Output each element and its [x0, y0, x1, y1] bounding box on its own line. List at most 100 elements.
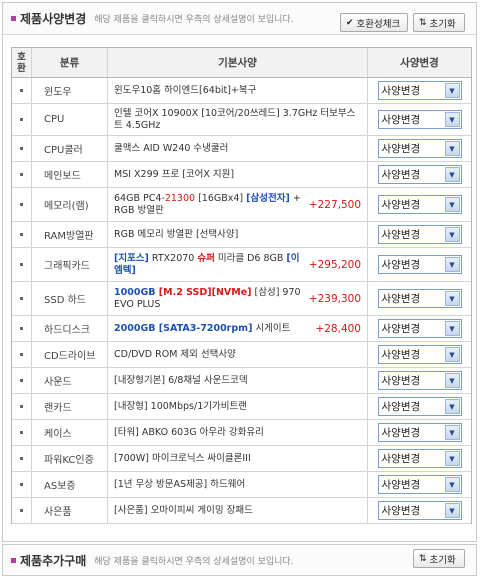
row-spec[interactable]: [내장형] 100Mbps/1기가비트랜 — [114, 401, 247, 413]
spec-change-select[interactable]: 사양변경 ▼ — [377, 475, 462, 494]
spec-change-select[interactable]: 사양변경 ▼ — [377, 195, 462, 214]
row-dot — [20, 509, 23, 512]
row-dot — [20, 379, 23, 382]
spec-change-select[interactable]: 사양변경 ▼ — [377, 81, 462, 100]
table-row[interactable]: 윈도우 윈도우10홈 하이엔드[64bit]+복구 사양변경 ▼ — [12, 78, 471, 104]
spec-change-select[interactable]: 사양변경 ▼ — [377, 501, 462, 520]
header-change: 사양변경 — [400, 57, 439, 69]
row-spec[interactable]: 2000GB [SATA3-7200rpm] 시게이트 — [114, 323, 290, 335]
spec-change-select[interactable]: 사양변경 ▼ — [377, 165, 462, 184]
row-spec[interactable]: [지포스] RTX2070 슈퍼 미라클 D6 8GB [이엠텍] — [114, 253, 304, 277]
row-dot — [20, 483, 23, 486]
reset-label: 초기화 — [429, 18, 456, 30]
chevron-down-icon: ▼ — [444, 112, 460, 127]
row-spec[interactable]: 인텔 코어X 10900X [10코어/20쓰레드] 3.7GHz 터보부스트 … — [114, 108, 361, 132]
chevron-down-icon: ▼ — [444, 167, 460, 182]
row-category: 랜카드 — [32, 394, 108, 419]
table-row[interactable]: 사은품 [사은품] 오마이피씨 게이밍 장패드 사양변경 ▼ — [12, 498, 471, 524]
spec-change-select[interactable]: 사양변경 ▼ — [377, 139, 462, 158]
row-spec[interactable]: 쿨맥스 AID W240 수냉쿨러 — [114, 143, 228, 155]
chevron-down-icon: ▼ — [444, 503, 460, 518]
spec-change-select[interactable]: 사양변경 ▼ — [377, 110, 462, 129]
spec-panel-header: 제품사양변경 해당 제품을 클릭하시면 우측의 상세설명이 보입니다. ✔ 호환… — [3, 3, 476, 35]
header-spec: 기본사양 — [218, 57, 257, 69]
table-row[interactable]: 메모리(램) 64GB PC4-21300 [16GBx4] [삼성전자] + … — [12, 188, 471, 222]
table-row[interactable]: CPU 인텔 코어X 10900X [10코어/20쓰레드] 3.7GHz 터보… — [12, 104, 471, 136]
row-spec[interactable]: 64GB PC4-21300 [16GBx4] [삼성전자] + RGB 방열판 — [114, 193, 304, 217]
extra-purchase-panel: 제품추가구매 해당 제품을 클릭하시면 우측의 상세설명이 보입니다. ⇅ 초기… — [2, 544, 477, 576]
row-dot — [20, 233, 23, 236]
panel-title: 제품사양변경 — [20, 12, 87, 26]
spec-change-select[interactable]: 사양변경 ▼ — [377, 397, 462, 416]
compatibility-check-label: 호환성체크 — [356, 18, 401, 30]
bullet-icon — [11, 16, 16, 21]
extra-reset-label: 초기화 — [429, 554, 456, 566]
spec-change-select[interactable]: 사양변경 ▼ — [377, 319, 462, 338]
option-price: +227,500 — [308, 198, 361, 211]
table-row[interactable]: CPU쿨러 쿨맥스 AID W240 수냉쿨러 사양변경 ▼ — [12, 136, 471, 162]
extra-panel-hint: 해당 제품을 클릭하시면 우측의 상세설명이 보입니다. — [94, 556, 294, 567]
row-dot — [20, 263, 23, 266]
table-row[interactable]: 메인보드 MSI X299 프로 [코어X 지원] 사양변경 ▼ — [12, 162, 471, 188]
row-category: 그래픽카드 — [32, 248, 108, 281]
option-price: +28,400 — [315, 322, 361, 335]
row-spec[interactable]: CD/DVD ROM 제외 선택사양 — [114, 349, 236, 361]
table-row[interactable]: 그래픽카드 [지포스] RTX2070 슈퍼 미라클 D6 8GB [이엠텍] … — [12, 248, 471, 282]
row-dot — [20, 431, 23, 434]
row-spec[interactable]: [타워] ABKO 603G 아우라 강화유리 — [114, 427, 264, 439]
row-spec[interactable]: 윈도우10홈 하이엔드[64bit]+복구 — [114, 85, 256, 97]
row-dot — [20, 327, 23, 330]
row-category: 윈도우 — [32, 78, 108, 103]
chevron-down-icon: ▼ — [444, 477, 460, 492]
compatibility-check-button[interactable]: ✔ 호환성체크 — [340, 13, 408, 32]
row-category: CD드라이브 — [32, 342, 108, 367]
reset-button[interactable]: ⇅ 초기화 — [413, 13, 465, 32]
row-spec[interactable]: RGB 메모리 방열판 [선택사양] — [114, 229, 238, 241]
row-category: 메인보드 — [32, 162, 108, 187]
table-row[interactable]: 랜카드 [내장형] 100Mbps/1기가비트랜 사양변경 ▼ — [12, 394, 471, 420]
row-spec[interactable]: MSI X299 프로 [코어X 지원] — [114, 169, 234, 181]
chevron-down-icon: ▼ — [444, 291, 460, 306]
row-category: 메모리(램) — [32, 188, 108, 221]
chevron-down-icon: ▼ — [444, 83, 460, 98]
option-price: +239,300 — [308, 292, 361, 305]
header-category: 분류 — [59, 57, 80, 69]
row-spec[interactable]: [700W] 마이크로닉스 싸이클론III — [114, 453, 251, 465]
table-row[interactable]: AS보증 [1년 무상 방문AS제공] 하드웨어 사양변경 ▼ — [12, 472, 471, 498]
row-category: CPU쿨러 — [32, 136, 108, 161]
table-row[interactable]: RAM방열판 RGB 메모리 방열판 [선택사양] 사양변경 ▼ — [12, 222, 471, 248]
chevron-down-icon: ▼ — [444, 197, 460, 212]
spec-change-select[interactable]: 사양변경 ▼ — [377, 255, 462, 274]
check-icon: ✔ — [346, 17, 354, 28]
extra-panel-title: 제품추가구매 — [20, 553, 87, 568]
row-dot — [20, 353, 23, 356]
row-dot — [20, 147, 23, 150]
row-dot — [20, 118, 23, 121]
extra-reset-button[interactable]: ⇅ 초기화 — [413, 549, 465, 568]
table-row[interactable]: 하드디스크 2000GB [SATA3-7200rpm] 시게이트 +28,40… — [12, 316, 471, 342]
table-row[interactable]: 사운드 [내장형기본] 6/8채널 사운드코덱 사양변경 ▼ — [12, 368, 471, 394]
spec-change-select[interactable]: 사양변경 ▼ — [377, 371, 462, 390]
row-spec[interactable]: [사은품] 오마이피씨 게이밍 장패드 — [114, 505, 253, 517]
spec-change-select[interactable]: 사양변경 ▼ — [377, 423, 462, 442]
row-category: 사운드 — [32, 368, 108, 393]
table-row[interactable]: CD드라이브 CD/DVD ROM 제외 선택사양 사양변경 ▼ — [12, 342, 471, 368]
table-row[interactable]: 파워KC인증 [700W] 마이크로닉스 싸이클론III 사양변경 ▼ — [12, 446, 471, 472]
chevron-down-icon: ▼ — [444, 321, 460, 336]
row-category: SSD 하드 — [32, 282, 108, 315]
spec-change-select[interactable]: 사양변경 ▼ — [377, 289, 462, 308]
spec-change-select[interactable]: 사양변경 ▼ — [377, 225, 462, 244]
row-spec[interactable]: [1년 무상 방문AS제공] 하드웨어 — [114, 479, 245, 491]
panel-hint: 해당 제품을 클릭하시면 우측의 상세설명이 보입니다. — [94, 15, 294, 25]
row-category: AS보증 — [32, 472, 108, 497]
row-spec[interactable]: 1000GB [M.2 SSD][NVMe] [삼성] 970 EVO PLUS — [114, 287, 304, 311]
table-row[interactable]: SSD 하드 1000GB [M.2 SSD][NVMe] [삼성] 970 E… — [12, 282, 471, 316]
spec-change-select[interactable]: 사양변경 ▼ — [377, 345, 462, 364]
row-dot — [20, 173, 23, 176]
table-row[interactable]: 케이스 [타워] ABKO 603G 아우라 강화유리 사양변경 ▼ — [12, 420, 471, 446]
row-category: RAM방열판 — [32, 222, 108, 247]
chevron-down-icon: ▼ — [444, 399, 460, 414]
row-spec[interactable]: [내장형기본] 6/8채널 사운드코덱 — [114, 375, 248, 387]
chevron-down-icon: ▼ — [444, 347, 460, 362]
spec-change-select[interactable]: 사양변경 ▼ — [377, 449, 462, 468]
